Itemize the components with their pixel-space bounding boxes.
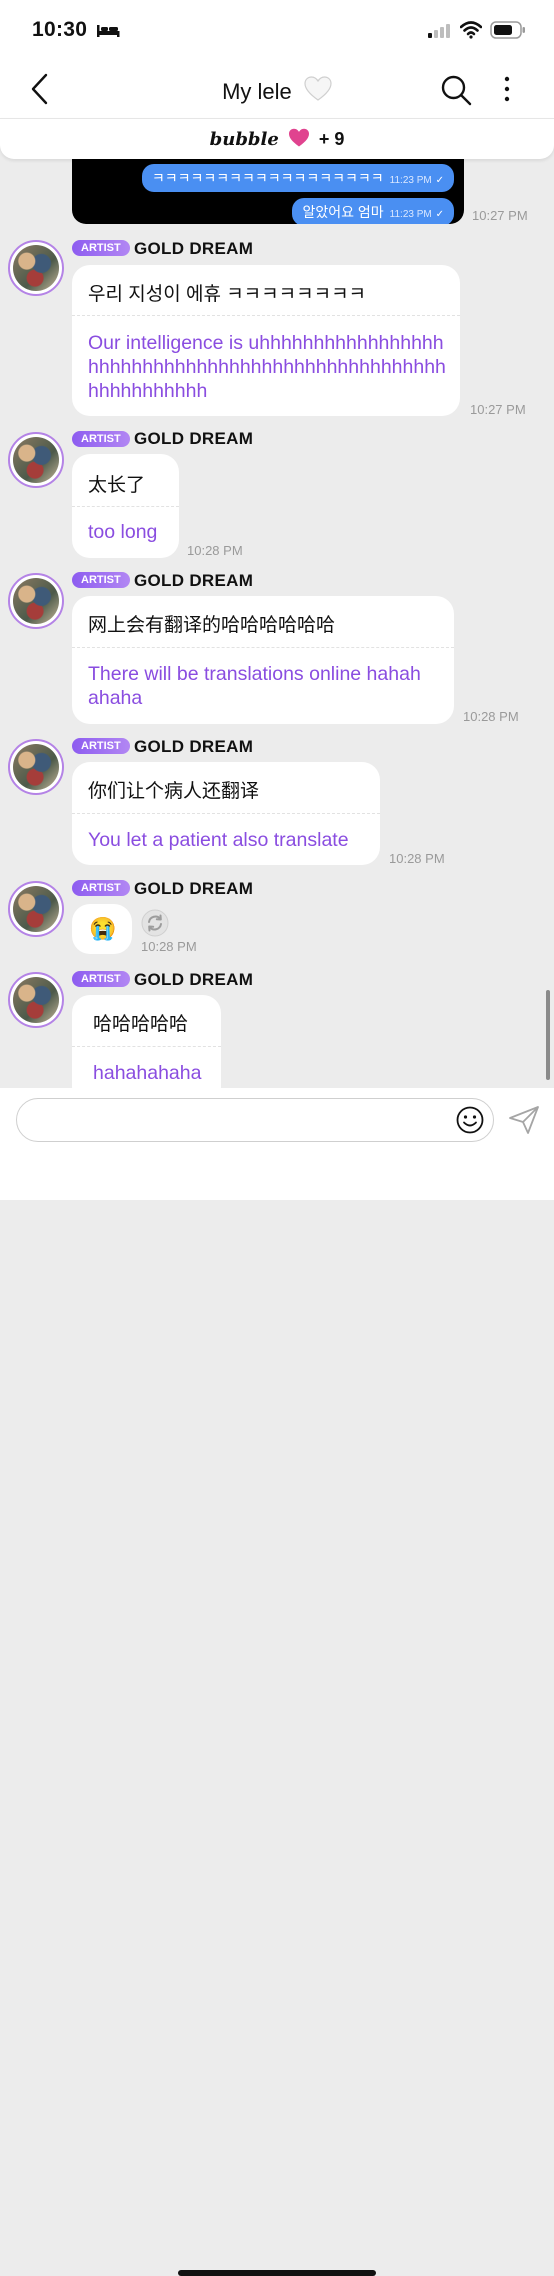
image-chat-time: 11:23 PM <box>389 209 432 220</box>
message-time: 10:28 PM <box>141 939 197 954</box>
emoji-button[interactable] <box>455 1105 485 1135</box>
message-translation-text: Our intelligence is uhhhhhhhhhhhhhhhhhhh… <box>88 332 446 402</box>
battery-icon <box>490 21 525 39</box>
translate-refresh-icon[interactable] <box>141 909 169 937</box>
artist-badge: ARTIST <box>72 572 130 588</box>
home-indicator <box>178 2270 376 2276</box>
translation-divider <box>72 1046 221 1047</box>
message-translation-text: There will be translations online hahah … <box>88 663 421 709</box>
wifi-icon <box>460 21 482 39</box>
message-original-text: 哈哈哈哈哈 <box>93 1014 189 1035</box>
artist-badge: ARTIST <box>72 431 130 447</box>
send-button[interactable] <box>508 1105 540 1135</box>
status-bar: 10:30 <box>0 0 554 60</box>
search-button[interactable] <box>440 74 472 106</box>
avatar-photo <box>13 886 59 932</box>
translation-divider <box>72 813 380 814</box>
artist-badge: ARTIST <box>72 971 130 987</box>
message-original-text: 你们让个病人还翻译 <box>88 781 260 802</box>
status-time: 10:30 <box>32 18 88 41</box>
avatar[interactable] <box>8 240 64 296</box>
message-input-container[interactable] <box>16 1098 494 1142</box>
message-time: 10:28 PM <box>187 543 243 558</box>
image-chat-bubble: ㅋㅋㅋㅋㅋㅋㅋㅋㅋㅋㅋㅋㅋㅋㅋㅋㅋㅋ 11:23 PM ✓ <box>141 164 454 192</box>
artist-badge: ARTIST <box>72 240 130 256</box>
avatar[interactable] <box>8 881 64 937</box>
message-time: 10:27 PM <box>470 402 526 417</box>
message-bubble[interactable]: 网上会有翻译的哈哈哈哈哈哈 There will be translations… <box>72 596 454 724</box>
avatar[interactable] <box>8 972 64 1028</box>
crying-emoji: 😭 <box>89 916 117 941</box>
message-original-text: 太长了 <box>88 475 146 496</box>
message-bubble[interactable]: 太长了 too long <box>72 454 179 558</box>
sender-name: GOLD DREAM <box>134 571 254 590</box>
image-chat-text: 알았어요 엄마 <box>302 204 384 220</box>
sender-name: GOLD DREAM <box>134 970 254 989</box>
artist-badge: ARTIST <box>72 880 130 896</box>
avatar-photo <box>13 578 59 624</box>
avatar[interactable] <box>8 739 64 795</box>
avatar[interactable] <box>8 432 64 488</box>
message-original-text: 우리 지성이 에휴 ㅋㅋㅋㅋㅋㅋㅋㅋ <box>88 284 367 305</box>
avatar-photo <box>13 977 59 1023</box>
message-time: 10:27 PM <box>472 208 528 223</box>
chat-title-text: My lele <box>222 79 292 104</box>
sender-name: GOLD DREAM <box>134 239 254 258</box>
bubble-banner[interactable]: bubble + 9 <box>0 118 554 159</box>
translation-divider <box>72 315 460 316</box>
more-options-button[interactable] <box>496 74 518 106</box>
message-original-text: 网上会有翻译的哈哈哈哈哈哈 <box>88 615 336 636</box>
avatar-photo <box>13 744 59 790</box>
translation-divider <box>72 506 179 507</box>
nav-bar: My lele <box>0 60 554 118</box>
artist-badge: ARTIST <box>72 738 130 754</box>
bed-icon <box>97 25 120 37</box>
scrollbar[interactable] <box>546 990 550 1080</box>
image-chat-text: ㅋㅋㅋㅋㅋㅋㅋㅋㅋㅋㅋㅋㅋㅋㅋㅋㅋㅋ <box>151 170 384 186</box>
sender-name: GOLD DREAM <box>134 879 254 898</box>
cellular-signal-icon <box>428 24 450 38</box>
translation-divider <box>72 647 454 648</box>
message-time: 10:28 PM <box>463 709 519 724</box>
sender-name: GOLD DREAM <box>134 737 254 756</box>
message-translation-text: hahahahaha <box>93 1062 202 1084</box>
bubble-count: + 9 <box>318 129 345 149</box>
message-bubble[interactable]: 你们让个病人还翻译 You let a patient also transla… <box>72 762 380 865</box>
message-bubble[interactable]: 우리 지성이 에휴 ㅋㅋㅋㅋㅋㅋㅋㅋ Our intelligence is u… <box>72 265 460 416</box>
bubble-label: bubble <box>209 129 279 150</box>
message-bubble[interactable]: 😭 <box>72 904 132 954</box>
avatar[interactable] <box>8 573 64 629</box>
avatar-photo <box>13 437 59 483</box>
sender-name: GOLD DREAM <box>134 429 254 448</box>
message-translation-text: You let a patient also translate <box>88 829 349 851</box>
image-chat-time: 11:23 PM <box>389 175 432 186</box>
avatar-photo <box>13 245 59 291</box>
image-chat-bubble: 알았어요 엄마 11:23 PM ✓ <box>292 198 454 224</box>
message-time: 10:28 PM <box>389 851 445 866</box>
white-heart-icon <box>304 76 332 101</box>
message-input[interactable] <box>35 1099 459 1141</box>
message-translation-text: too long <box>88 521 158 543</box>
pink-heart-icon <box>288 128 309 147</box>
message-input-bar <box>0 1088 554 2276</box>
